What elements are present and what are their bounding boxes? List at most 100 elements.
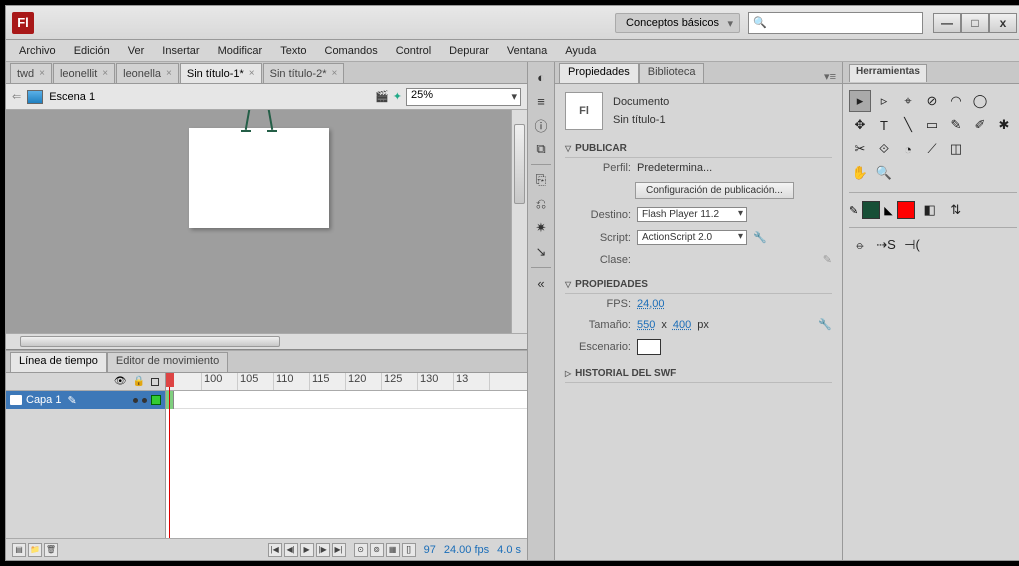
publish-settings-button[interactable]: Configuración de publicación... [635,182,794,199]
hand-tool[interactable]: ✋ [849,162,871,184]
outline-swatch[interactable] [151,395,161,405]
maximize-button[interactable]: □ [961,13,989,33]
menu-ver[interactable]: Ver [119,42,154,60]
eyedropper-tool[interactable]: ⟋ [921,138,943,160]
current-frame[interactable]: 97 [424,544,436,556]
menu-archivo[interactable]: Archivo [10,42,65,60]
minimize-button[interactable]: — [933,13,961,33]
dock-icon-project[interactable]: ↘ [532,243,550,261]
onion-skin-button[interactable]: ⊙ [354,543,368,557]
step-back-button[interactable]: ◀| [284,543,298,557]
close-button[interactable]: x [989,13,1017,33]
rewind-button[interactable]: |◀ [268,543,282,557]
play-button[interactable]: ▶ [300,543,314,557]
outline-icon[interactable] [151,378,159,386]
lock-dot[interactable] [142,398,147,403]
frames-area[interactable]: 100 105 110 115 120 125 130 13 [166,373,527,538]
selection-tool[interactable]: ▸ [849,90,871,112]
pencil-tool[interactable]: ✎ [945,114,967,136]
swap-colors-button[interactable]: ⇅ [945,199,967,221]
dock-icon-align[interactable]: ≡ [532,92,550,110]
menu-control[interactable]: Control [387,42,440,60]
eye-icon[interactable]: 👁 [114,376,127,387]
dock-icon-motion[interactable]: ✷ [532,219,550,237]
wrench-icon[interactable]: 🔧 [818,318,832,331]
keyframe[interactable] [166,391,174,409]
menu-modificar[interactable]: Modificar [209,42,272,60]
frame-ruler[interactable]: 100 105 110 115 120 125 130 13 [166,373,527,391]
edit-symbols-icon[interactable]: ✦ [393,90,402,103]
bone-tool[interactable]: ✂ [849,138,871,160]
frame-track[interactable] [166,391,527,409]
text-tool[interactable]: T [873,114,895,136]
close-icon[interactable]: × [331,68,337,79]
rectangle-tool[interactable]: ▭ [921,114,943,136]
delete-layer-button[interactable]: 🗑 [44,543,58,557]
dock-expand-icon[interactable]: « [532,274,550,292]
lasso-tool[interactable]: ◠ [945,90,967,112]
playhead[interactable] [169,373,170,538]
3d-rotation-tool[interactable]: ⊘ [921,90,943,112]
black-white-button[interactable]: ◧ [919,199,941,221]
new-layer-button[interactable]: ▤ [12,543,26,557]
deco-tool[interactable]: ✱ [993,114,1015,136]
tab-timeline[interactable]: Línea de tiempo [10,352,107,372]
stage-color-swatch[interactable] [637,339,661,355]
close-icon[interactable]: × [166,68,172,79]
section-publish[interactable]: PUBLICAR [565,140,832,158]
step-fwd-button[interactable]: |▶ [316,543,330,557]
menu-insertar[interactable]: Insertar [153,42,208,60]
menu-comandos[interactable]: Comandos [316,42,387,60]
height-value[interactable]: 400 [673,319,691,331]
menu-edicion[interactable]: Edición [65,42,119,60]
menu-ayuda[interactable]: Ayuda [556,42,605,60]
ink-bottle-tool[interactable]: ◔ [897,138,919,160]
fill-color-swatch[interactable] [897,201,915,219]
script-dropdown[interactable]: ActionScript 2.0 [637,230,747,245]
fps-display[interactable]: 24.00 fps [444,544,489,556]
tab-motion-editor[interactable]: Editor de movimiento [107,352,228,372]
subselection-tool[interactable]: ▹ [873,90,895,112]
to-end-button[interactable]: ▶| [332,543,346,557]
modify-markers-button[interactable]: [] [402,543,416,557]
edit-class-icon[interactable] [823,253,832,266]
tab-library[interactable]: Biblioteca [639,63,705,83]
menu-texto[interactable]: Texto [271,42,315,60]
scrollbar-horizontal[interactable] [6,333,527,349]
layer-row[interactable]: Capa 1 ✎ [6,391,165,409]
straighten-option[interactable]: ⊣( [901,234,923,256]
stage-area[interactable] [6,110,527,350]
doctab-leonellit[interactable]: leonellit× [53,63,115,83]
line-tool[interactable]: ╲ [897,114,919,136]
menu-ventana[interactable]: Ventana [498,42,556,60]
search-input[interactable]: 🔍 [748,12,923,34]
close-icon[interactable]: × [249,68,255,79]
stage-canvas[interactable] [189,128,329,228]
free-transform-tool[interactable]: ⌖ [897,90,919,112]
visibility-dot[interactable] [133,398,138,403]
dock-icon-transform[interactable]: ⧉ [532,140,550,158]
doctab-sintitulo1[interactable]: Sin título-1*× [180,63,262,83]
dock-icon-components[interactable]: ⎌ [532,195,550,213]
zoom-dropdown[interactable]: 25% [406,88,521,106]
scrollbar-vertical[interactable] [511,110,527,333]
target-dropdown[interactable]: Flash Player 11.2 [637,207,747,222]
new-folder-button[interactable]: 📁 [28,543,42,557]
search-field[interactable] [771,17,918,29]
stroke-color-swatch[interactable] [862,201,880,219]
doctab-twd[interactable]: twd× [10,63,52,83]
eraser-tool[interactable]: ◫ [945,138,967,160]
onion-outline-button[interactable]: ⊚ [370,543,384,557]
panel-menu-icon[interactable]: ▾≡ [818,70,842,83]
dock-icon-codesnippets[interactable]: ⎘ [532,171,550,189]
width-value[interactable]: 550 [637,319,655,331]
oval-tool[interactable]: ◯ [969,90,991,112]
doctab-leonella[interactable]: leonella× [116,63,179,83]
lock-icon[interactable]: 🔒 [133,376,145,387]
tab-properties[interactable]: Propiedades [559,63,639,83]
brush-tool[interactable]: ✐ [969,114,991,136]
pen-tool[interactable]: ✥ [849,114,871,136]
edit-scene-icon[interactable]: 🎬 [375,90,389,103]
tab-tools[interactable]: Herramientas [849,64,927,82]
zoom-tool[interactable]: 🔍 [873,162,895,184]
